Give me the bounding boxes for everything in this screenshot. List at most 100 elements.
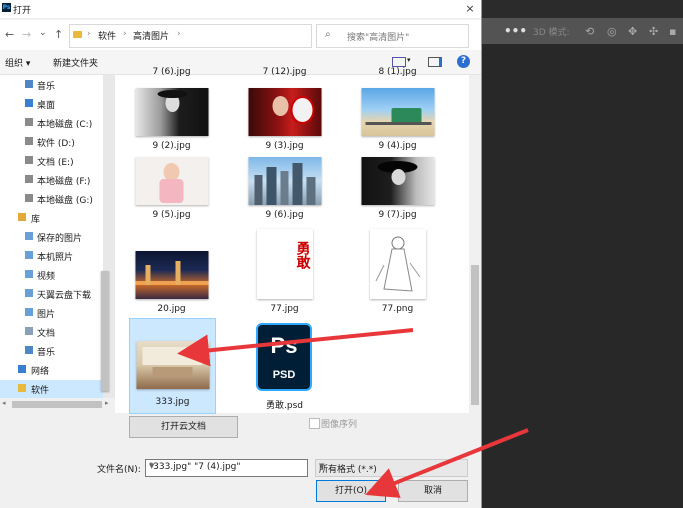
file-list-scrollbar[interactable] (469, 75, 481, 413)
photoshop-workspace (482, 44, 683, 508)
desktop-icon (25, 99, 33, 107)
nav-item-network[interactable]: 网络 (0, 361, 103, 379)
cancel-button[interactable]: 取消 (398, 480, 468, 502)
nav-item-drive-g[interactable]: 本地磁盘 (G:) (0, 190, 103, 208)
nav-item-documents[interactable]: 文档 (0, 323, 103, 341)
folder-icon (73, 31, 82, 38)
document-icon (25, 327, 33, 335)
nav-pane-horizontal-scrollbar[interactable]: ◂ ▸ (0, 398, 115, 411)
psd-file-icon: Ps PSD (256, 323, 312, 391)
nav-item-libraries[interactable]: 库 (0, 209, 103, 227)
file-type-filter[interactable]: 所有格式 (*.*) ▼ (315, 459, 468, 477)
image-thumbnail (135, 88, 208, 136)
nav-item-desktop[interactable]: 桌面 (0, 95, 103, 113)
file-item[interactable]: 20.jpg (129, 235, 214, 323)
search-box[interactable]: ⌕ 搜索"高清图片" (316, 24, 469, 48)
image-sequence-label: 图像序列 (321, 420, 358, 430)
more-options-icon[interactable]: ••• (504, 24, 527, 38)
title-bar: Ps 打开 × (0, 0, 481, 18)
breadcrumb-item-software[interactable]: 软件 (98, 29, 116, 42)
search-icon: ⌕ (325, 29, 331, 40)
folder-icon (25, 289, 33, 297)
nav-item-drive-d[interactable]: 软件 (D:) (0, 133, 103, 151)
image-thumbnail (248, 157, 321, 205)
scroll-left-icon[interactable]: ◂ (2, 399, 6, 407)
open-cloud-document-button[interactable]: 打开云文档 (129, 416, 238, 438)
nav-item-videos[interactable]: 视频 (0, 266, 103, 284)
preview-pane-icon[interactable] (428, 57, 442, 67)
scrollbar-thumb[interactable] (101, 271, 109, 391)
help-icon[interactable]: ? (457, 55, 470, 68)
breadcrumb-separator: › (87, 29, 91, 39)
pictures-icon (25, 251, 33, 259)
nav-item-pictures[interactable]: 图片 (0, 304, 103, 322)
address-bar[interactable]: › 软件 › 高清图片 › ⌄ ↻ (69, 24, 373, 48)
chevron-down-icon[interactable]: ▼ (319, 462, 464, 470)
scrollbar-thumb[interactable] (12, 401, 102, 408)
file-item-selected[interactable]: 333.jpg (129, 318, 216, 414)
filename-label: 文件名(N): (97, 465, 141, 475)
breadcrumb-separator: › (177, 29, 181, 39)
pictures-icon (25, 232, 33, 240)
library-icon (18, 213, 26, 221)
photoshop-app-icon: Ps (2, 3, 11, 12)
image-thumbnail (248, 88, 321, 136)
nav-item-saved-pictures[interactable]: 保存的图片 (0, 228, 103, 246)
image-thumbnail (136, 341, 209, 389)
view-dropdown-icon[interactable]: ▾ (407, 56, 411, 64)
pictures-icon (25, 308, 33, 316)
3d-roll-icon[interactable]: ◎ (607, 25, 617, 38)
image-thumbnail (361, 88, 434, 136)
nav-item-camera-roll[interactable]: 本机照片 (0, 247, 103, 265)
filename-input[interactable]: "333.jpg" "7 (4).jpg" ▼ (145, 459, 308, 477)
file-item[interactable]: Ps PSD 勇敢.psd (242, 318, 327, 411)
nav-item-cloud-downloads[interactable]: 天翼云盘下载 (0, 285, 103, 303)
thumbnail-calligraphy-text: 勇敢 (294, 241, 311, 269)
new-folder-button[interactable]: 新建文件夹 (53, 56, 98, 69)
image-thumbnail: 勇敢 (256, 229, 313, 299)
photoshop-options-bar: ••• 3D 模式: ⟲ ◎ ✥ ✣ ▪ (482, 18, 683, 44)
drive-icon (25, 194, 33, 202)
line-art-figure (375, 236, 420, 292)
close-button[interactable]: × (462, 1, 478, 17)
nav-item-library-music[interactable]: 音乐 (0, 342, 103, 360)
image-thumbnail (369, 229, 426, 299)
forward-arrow-icon[interactable]: → (22, 28, 31, 41)
chevron-down-icon[interactable]: ▼ (149, 462, 304, 470)
organize-button[interactable]: 组织 ▾ (5, 56, 30, 69)
3d-slide-icon[interactable]: ✣ (649, 25, 658, 38)
file-item[interactable]: 9 (5).jpg (129, 157, 214, 245)
nav-item-drive-f[interactable]: 本地磁盘 (F:) (0, 171, 103, 189)
open-button[interactable]: 打开(O) (316, 480, 386, 502)
nav-item-software-folder[interactable]: 软件 (0, 380, 103, 398)
view-options-icon[interactable] (392, 57, 406, 67)
3d-rotate-icon[interactable]: ⟲ (585, 25, 594, 38)
up-folder-icon[interactable]: ↑ (54, 28, 63, 41)
breadcrumb-item-hd-images[interactable]: 高清图片 (133, 29, 169, 42)
music-icon (25, 80, 33, 88)
open-file-dialog: Ps 打开 × ← → ⌄ ↑ › 软件 › 高清图片 › ⌄ ↻ ⌕ 搜索"高… (0, 0, 482, 508)
3d-scale-icon[interactable]: ▪ (669, 25, 676, 38)
nav-item-music[interactable]: 音乐 (0, 76, 103, 94)
nav-pane-scrollbar[interactable] (101, 75, 115, 398)
search-placeholder: 搜索"高清图片" (347, 33, 410, 43)
nav-item-drive-e[interactable]: 文档 (E:) (0, 152, 103, 170)
file-item[interactable]: 77.png (355, 229, 440, 323)
image-sequence-checkbox[interactable] (309, 418, 320, 429)
scrollbar-thumb[interactable] (471, 265, 479, 405)
nav-item-drive-c[interactable]: 本地磁盘 (C:) (0, 114, 103, 132)
3d-mode-label: 3D 模式: (533, 28, 570, 38)
file-item[interactable]: 勇敢 77.jpg (242, 229, 327, 323)
scroll-right-icon[interactable]: ▸ (105, 399, 109, 407)
recent-locations-icon[interactable]: ⌄ (39, 28, 47, 38)
image-thumbnail (135, 251, 208, 299)
back-arrow-icon[interactable]: ← (5, 28, 14, 41)
dialog-title: 打开 (13, 6, 32, 16)
file-list: 7 (6).jpg 7 (12).jpg 8 (1).jpg 9 (2).jpg… (115, 67, 469, 414)
music-icon (25, 346, 33, 354)
drive-icon (25, 118, 33, 126)
breadcrumb-separator: › (123, 29, 127, 39)
network-icon (18, 365, 26, 373)
3d-pan-icon[interactable]: ✥ (628, 25, 637, 38)
drive-icon (25, 156, 33, 164)
